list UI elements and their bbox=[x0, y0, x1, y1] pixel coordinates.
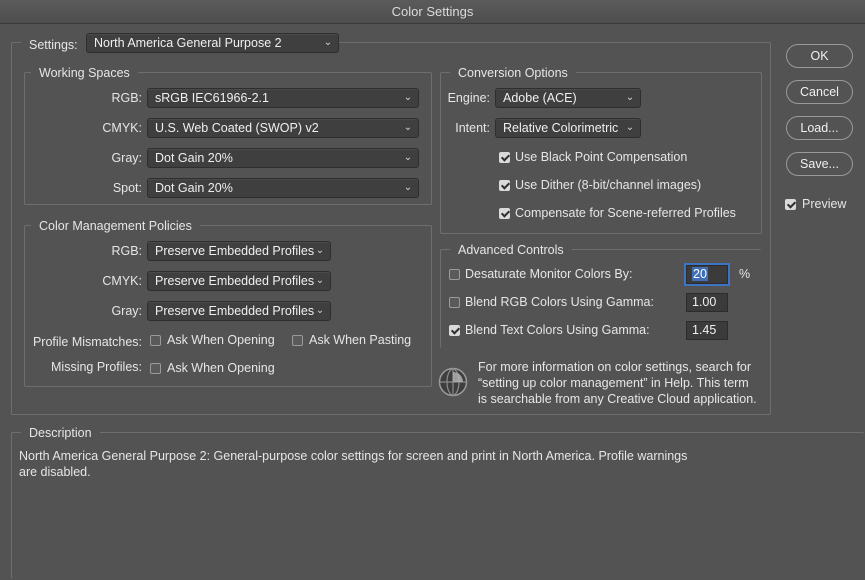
mismatch-ask-opening-checkbox[interactable] bbox=[150, 335, 161, 346]
pol-rgb-label: RGB: bbox=[111, 244, 142, 258]
ws-gray-select[interactable]: Dot Gain 20% ⌄ bbox=[147, 148, 419, 168]
ws-spot-label: Spot: bbox=[112, 181, 142, 195]
description-line-2: are disabled. bbox=[19, 465, 91, 479]
preview-label[interactable]: Preview bbox=[802, 195, 846, 213]
desaturate-checkbox[interactable] bbox=[449, 269, 460, 280]
cancel-button[interactable]: Cancel bbox=[786, 80, 853, 104]
load-button[interactable]: Load... bbox=[786, 116, 853, 140]
intent-select[interactable]: Relative Colorimetric ⌄ bbox=[495, 118, 641, 138]
intent-label: Intent: bbox=[455, 121, 490, 135]
chevron-down-icon: ⌄ bbox=[403, 152, 413, 163]
color-management-globe-icon bbox=[437, 366, 469, 398]
missing-ask-opening-label[interactable]: Ask When Opening bbox=[167, 359, 275, 377]
chevron-down-icon: ⌄ bbox=[315, 305, 325, 316]
preview-checkbox[interactable] bbox=[785, 199, 796, 210]
chevron-down-icon: ⌄ bbox=[323, 37, 333, 48]
policies-title: Color Management Policies bbox=[31, 219, 200, 233]
settings-select-value: North America General Purpose 2 bbox=[94, 36, 282, 50]
blend-rgb-checkbox[interactable] bbox=[449, 297, 460, 308]
pol-cmyk-value: Preserve Embedded Profiles bbox=[155, 274, 315, 288]
pol-rgb-select[interactable]: Preserve Embedded Profiles ⌄ bbox=[147, 241, 331, 261]
mismatch-ask-pasting-checkbox[interactable] bbox=[292, 335, 303, 346]
ws-rgb-select[interactable]: sRGB IEC61966-2.1 ⌄ bbox=[147, 88, 419, 108]
mismatch-ask-opening-label[interactable]: Ask When Opening bbox=[167, 331, 275, 349]
engine-value: Adobe (ACE) bbox=[503, 91, 577, 105]
chevron-down-icon: ⌄ bbox=[625, 92, 635, 103]
ws-spot-value: Dot Gain 20% bbox=[155, 181, 233, 195]
black-point-checkbox[interactable] bbox=[499, 152, 510, 163]
blend-rgb-label[interactable]: Blend RGB Colors Using Gamma: bbox=[465, 293, 654, 311]
ws-rgb-label: RGB: bbox=[111, 91, 142, 105]
engine-label: Engine: bbox=[447, 91, 490, 105]
profile-mismatches-label: Profile Mismatches: bbox=[32, 335, 142, 349]
dither-checkbox[interactable] bbox=[499, 180, 510, 191]
save-button[interactable]: Save... bbox=[786, 152, 853, 176]
chevron-down-icon: ⌄ bbox=[403, 122, 413, 133]
chevron-down-icon: ⌄ bbox=[315, 245, 325, 256]
desaturate-input[interactable]: 20 bbox=[686, 265, 728, 284]
blend-rgb-input[interactable]: 1.00 bbox=[686, 293, 728, 312]
description-line-1: North America General Purpose 2: General… bbox=[19, 449, 688, 463]
info-line-1: For more information on color settings, … bbox=[478, 360, 752, 374]
conversion-title: Conversion Options bbox=[450, 66, 576, 80]
ws-cmyk-value: U.S. Web Coated (SWOP) v2 bbox=[155, 121, 319, 135]
ws-rgb-value: sRGB IEC61966-2.1 bbox=[155, 91, 269, 105]
info-line-3: is searchable from any Creative Cloud ap… bbox=[478, 392, 757, 406]
ws-cmyk-label: CMYK: bbox=[102, 121, 142, 135]
blend-text-input[interactable]: 1.45 bbox=[686, 321, 728, 340]
chevron-down-icon: ⌄ bbox=[625, 122, 635, 133]
pol-cmyk-select[interactable]: Preserve Embedded Profiles ⌄ bbox=[147, 271, 331, 291]
pol-gray-label: Gray: bbox=[111, 304, 142, 318]
desaturate-unit: % bbox=[739, 267, 751, 281]
info-line-2: “setting up color management” in Help. T… bbox=[478, 376, 749, 390]
missing-profiles-label: Missing Profiles: bbox=[51, 360, 142, 374]
blend-text-label[interactable]: Blend Text Colors Using Gamma: bbox=[465, 321, 650, 339]
ws-gray-label: Gray: bbox=[111, 151, 142, 165]
black-point-label[interactable]: Use Black Point Compensation bbox=[515, 148, 687, 166]
intent-value: Relative Colorimetric bbox=[503, 121, 619, 135]
scene-referred-label[interactable]: Compensate for Scene-referred Profiles bbox=[515, 204, 736, 222]
chevron-down-icon: ⌄ bbox=[403, 182, 413, 193]
pol-cmyk-label: CMYK: bbox=[102, 274, 142, 288]
dither-label[interactable]: Use Dither (8-bit/channel images) bbox=[515, 176, 701, 194]
mismatch-ask-pasting-label[interactable]: Ask When Pasting bbox=[309, 331, 411, 349]
desaturate-label[interactable]: Desaturate Monitor Colors By: bbox=[465, 265, 632, 283]
ws-spot-select[interactable]: Dot Gain 20% ⌄ bbox=[147, 178, 419, 198]
settings-select[interactable]: North America General Purpose 2 ⌄ bbox=[86, 33, 339, 53]
settings-label: Settings: bbox=[21, 37, 86, 53]
window-title: Color Settings bbox=[0, 0, 865, 24]
scene-referred-checkbox[interactable] bbox=[499, 208, 510, 219]
advanced-title: Advanced Controls bbox=[450, 243, 572, 257]
ok-button[interactable]: OK bbox=[786, 44, 853, 68]
pol-rgb-value: Preserve Embedded Profiles bbox=[155, 244, 315, 258]
ws-cmyk-select[interactable]: U.S. Web Coated (SWOP) v2 ⌄ bbox=[147, 118, 419, 138]
chevron-down-icon: ⌄ bbox=[403, 92, 413, 103]
pol-gray-select[interactable]: Preserve Embedded Profiles ⌄ bbox=[147, 301, 331, 321]
blend-text-checkbox[interactable] bbox=[449, 325, 460, 336]
chevron-down-icon: ⌄ bbox=[315, 275, 325, 286]
desaturate-value: 20 bbox=[692, 267, 708, 281]
missing-ask-opening-checkbox[interactable] bbox=[150, 363, 161, 374]
ws-gray-value: Dot Gain 20% bbox=[155, 151, 233, 165]
engine-select[interactable]: Adobe (ACE) ⌄ bbox=[495, 88, 641, 108]
working-spaces-title: Working Spaces bbox=[31, 66, 138, 80]
pol-gray-value: Preserve Embedded Profiles bbox=[155, 304, 315, 318]
description-title: Description bbox=[21, 426, 100, 440]
